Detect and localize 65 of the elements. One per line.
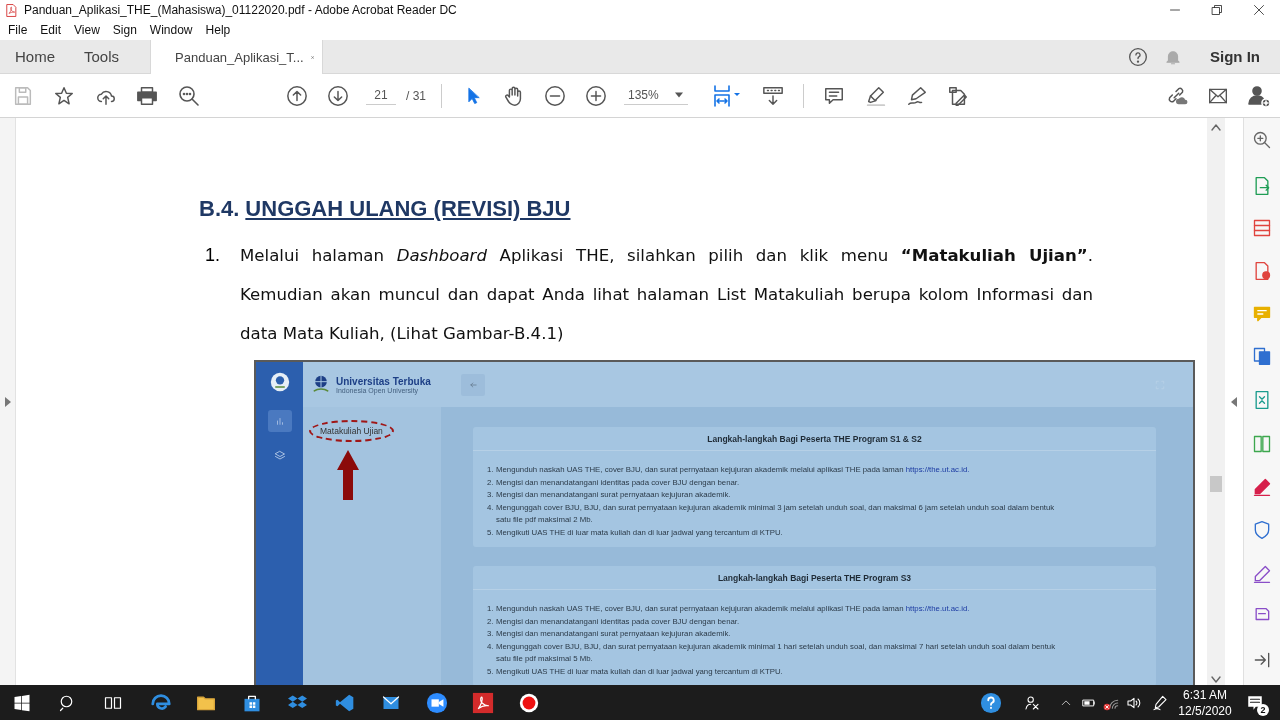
document-split-icon[interactable]: [1252, 434, 1272, 454]
step-text: Melalui halaman Dashboard Aplikasi THE, silahkan pilih dan klik menu “Matakuliah Ujian”. Kemudian akan muncul dan dapat Anda lihat halaman List Matakuliah berupa kolom Informasi dan data Mata Kuliah, (Lihat Gambar-B.4.1): [240, 245, 1093, 345]
tab[interactable]: Panduan_Aplikasi_T...: [150, 40, 324, 74]
clock-time[interactable]: 6:31 AM: [1182, 686, 1227, 703]
zoom-in-icon[interactable]: [585, 84, 607, 107]
clock-date[interactable]: 12/5/2020: [1178, 702, 1232, 719]
document-edit-icon[interactable]: [947, 84, 969, 107]
tab[interactable]: Home: [0, 40, 69, 73]
up-arrow-icon: [337, 450, 359, 500]
pdf-app-icon[interactable]: [472, 691, 494, 714]
search-icon[interactable]: [177, 83, 201, 108]
highlighter-icon[interactable]: [865, 84, 887, 107]
scroll-down-icon[interactable]: [1211, 676, 1221, 684]
sign-in-link[interactable]: Sign In: [1210, 48, 1260, 65]
document-merge-icon[interactable]: [1252, 346, 1272, 366]
collapse-right-panel-icon[interactable]: [1231, 396, 1237, 407]
star-icon[interactable]: [53, 84, 75, 107]
pen-icon[interactable]: [906, 84, 928, 107]
tab[interactable]: Tools: [69, 40, 134, 73]
code-editor-icon[interactable]: [335, 692, 355, 713]
scroll-icon[interactable]: [761, 84, 785, 107]
save-icon: [12, 84, 34, 107]
print-icon[interactable]: [136, 84, 158, 107]
mail-icon[interactable]: [380, 693, 402, 712]
menu-item[interactable]: Help: [198, 23, 237, 37]
record-icon[interactable]: [518, 691, 540, 714]
menu-item[interactable]: View: [67, 23, 106, 37]
brand-name: Universitas Terbuka: [336, 375, 431, 387]
card-title: Langkah-langkah Bagi Peserta THE Program S1 & S2: [473, 427, 1156, 451]
person-icon[interactable]: [1024, 694, 1040, 711]
fit-page-icon[interactable]: [712, 83, 742, 108]
zoom-dropdown[interactable]: 135%: [624, 86, 688, 105]
close-icon[interactable]: [1253, 4, 1265, 16]
windows-icon[interactable]: [13, 693, 31, 712]
maximize-icon[interactable]: [1211, 4, 1223, 16]
section-number: B.4.: [199, 196, 240, 222]
page-count: / 31: [406, 88, 426, 103]
layers-icon[interactable]: [273, 450, 286, 462]
logo-icon: [269, 372, 290, 392]
card-title: Langkah-langkah Bagi Peserta THE Program S3: [473, 566, 1156, 590]
page-number-field[interactable]: 21: [366, 86, 396, 105]
menu-item[interactable]: Window: [142, 23, 199, 37]
section-title: UNGGAH ULANG (REVISI) BJU: [245, 196, 571, 222]
scrollbar-thumb[interactable]: [1210, 476, 1222, 492]
help-icon[interactable]: [980, 691, 1002, 714]
scroll-up-icon[interactable]: [1211, 123, 1221, 131]
expand-left-panel-icon[interactable]: [4, 396, 11, 407]
back-arrow-icon: [468, 380, 478, 389]
layout-icon[interactable]: [1252, 218, 1272, 238]
chart-icon: [274, 416, 285, 426]
video-camera-icon[interactable]: [426, 691, 448, 714]
menu-item[interactable]: File: [1, 23, 34, 37]
shield-icon[interactable]: [1252, 520, 1272, 540]
highlighted-menu-item[interactable]: Matakuliah Ujian: [309, 420, 394, 442]
add-user-icon[interactable]: [1247, 83, 1271, 108]
menu-item[interactable]: Edit: [33, 23, 68, 37]
collapse-panel-icon[interactable]: [1252, 650, 1272, 670]
caret-icon: [674, 92, 683, 98]
menu-item[interactable]: Sign: [105, 23, 143, 37]
pen-icon[interactable]: [1152, 693, 1168, 712]
window-title: Panduan_Aplikasi_THE_(Mahasiswa)_01122020.pdf - Adobe Acrobat Reader DC: [24, 3, 457, 17]
signature-pen-icon[interactable]: [1252, 564, 1272, 584]
step-number: 1.: [204, 244, 221, 267]
chevron-up-icon[interactable]: [1060, 697, 1072, 708]
zoom-out-icon[interactable]: [544, 84, 566, 107]
